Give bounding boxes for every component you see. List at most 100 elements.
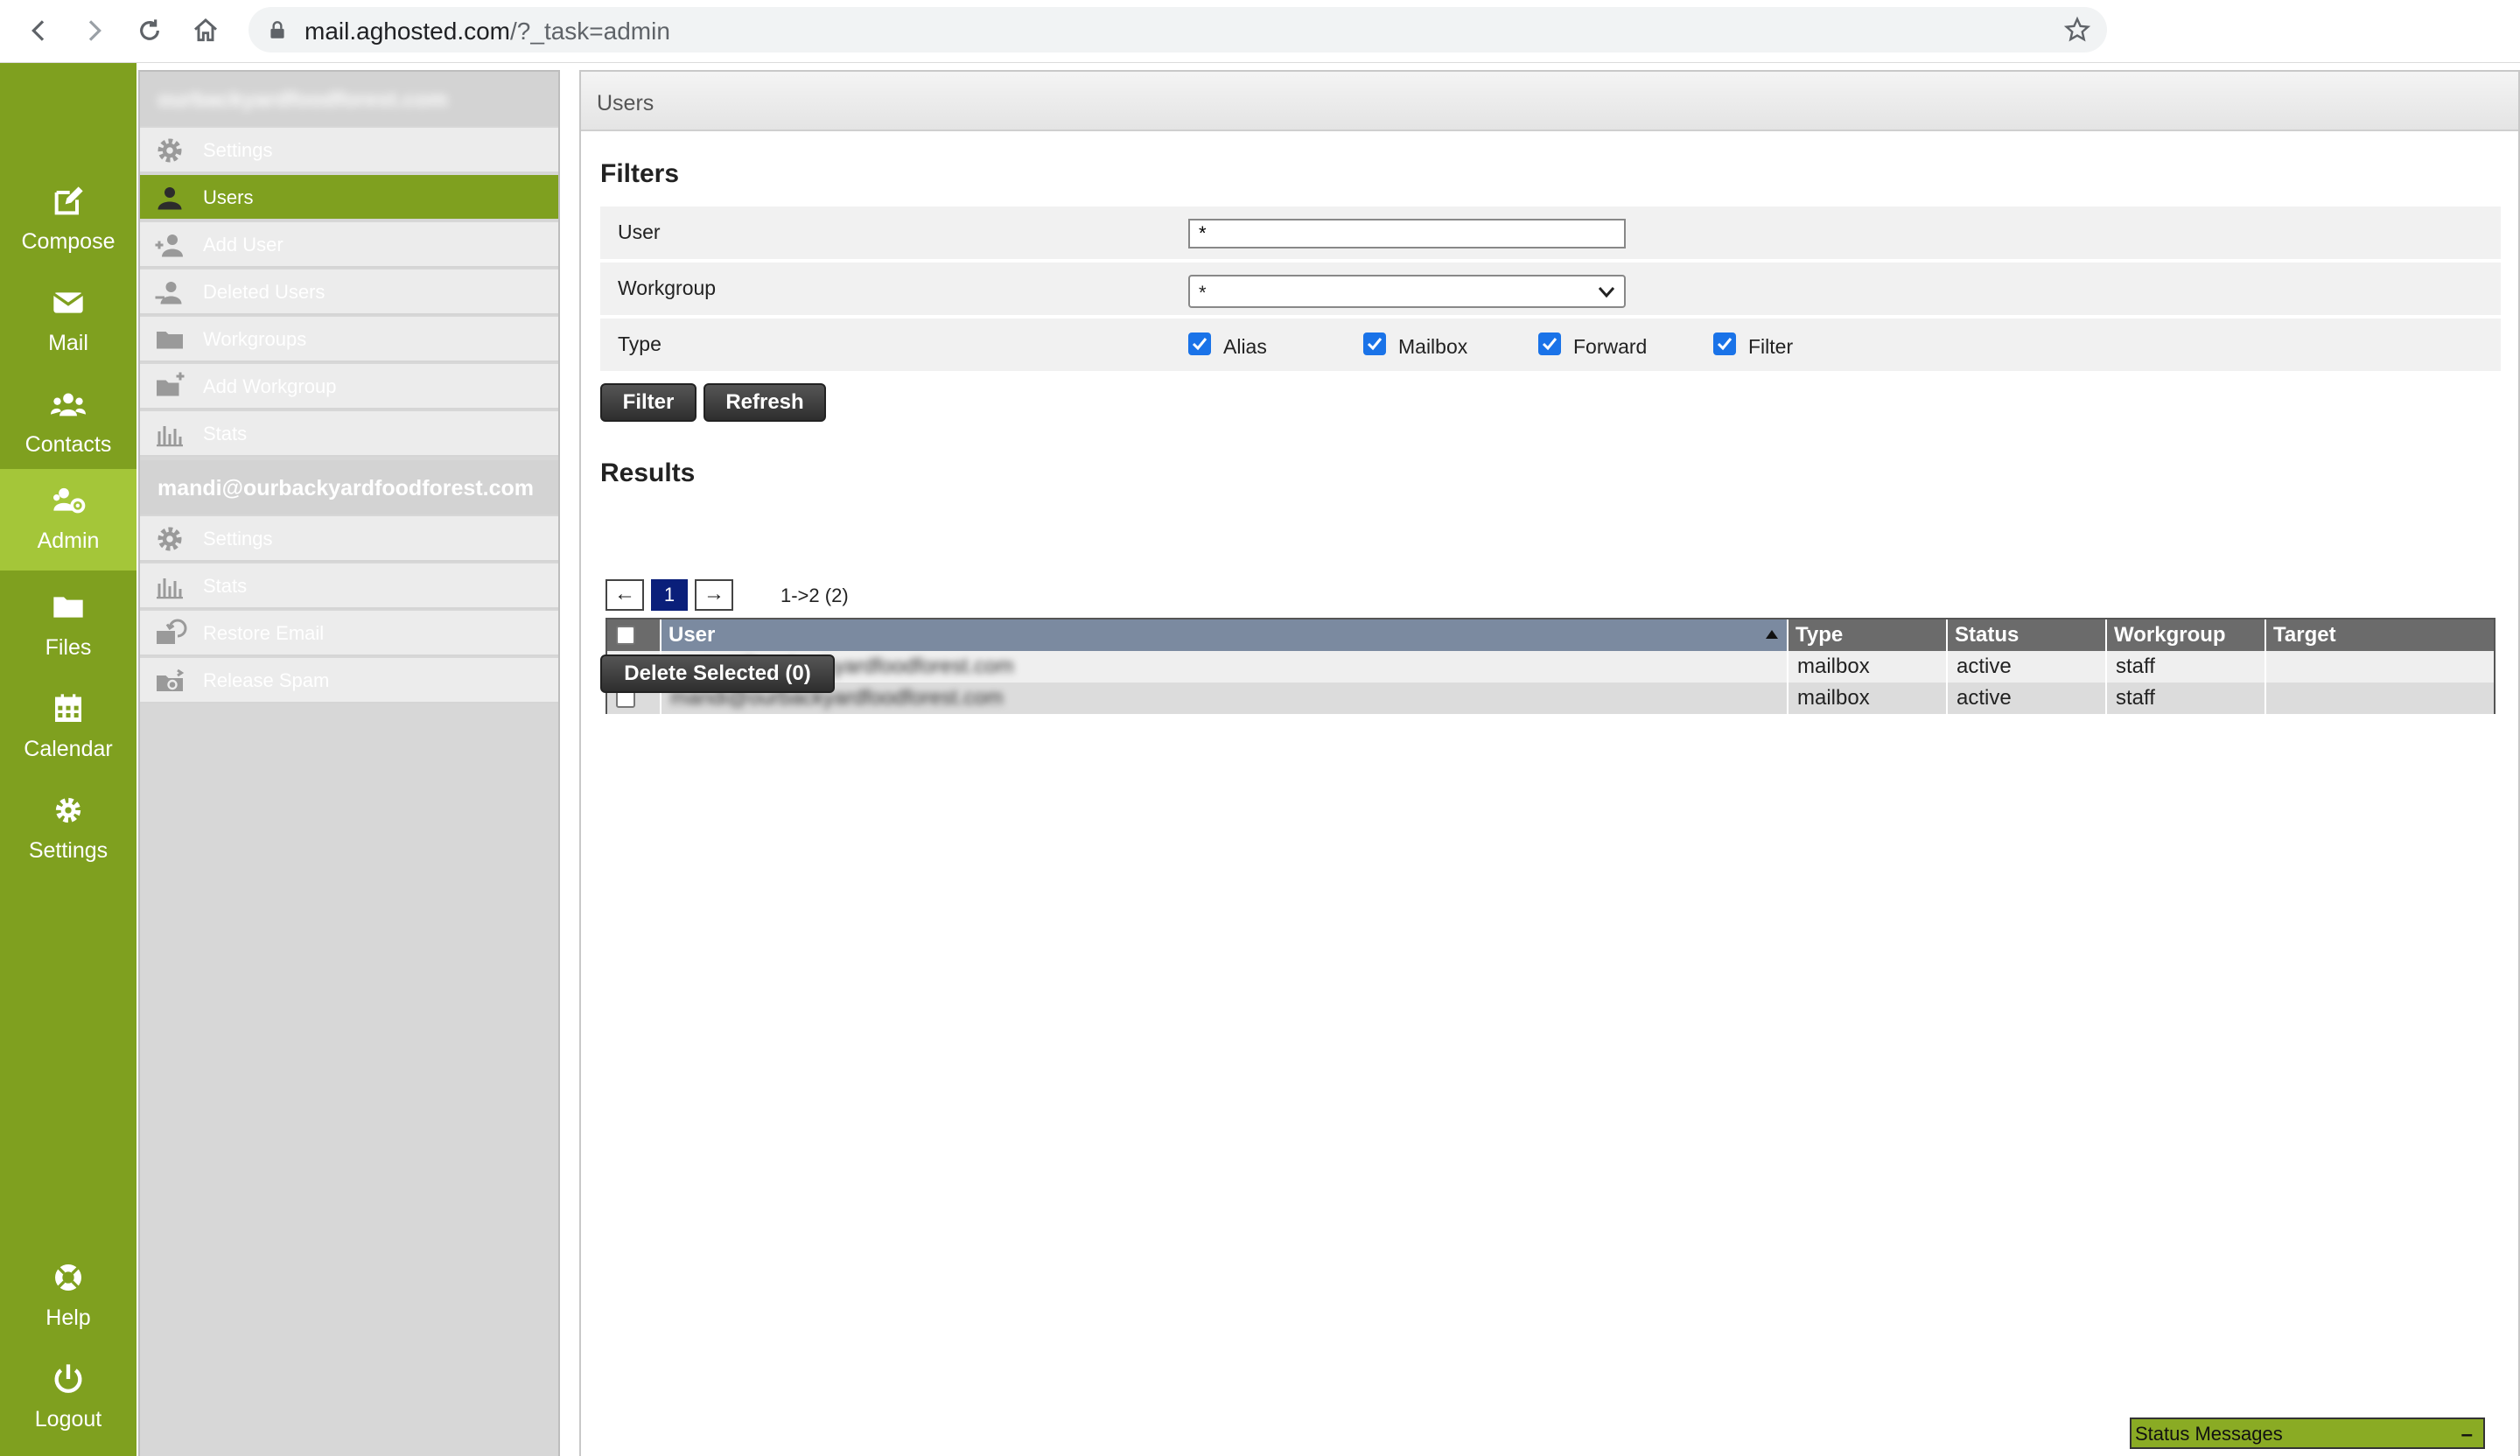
column-header-target[interactable]: Target xyxy=(2266,620,2494,651)
reload-icon xyxy=(140,19,159,40)
sidebar-item-account-settings[interactable]: Settings xyxy=(140,516,558,562)
calendar-icon xyxy=(55,694,81,722)
user-filter-input[interactable] xyxy=(1188,219,1626,248)
panel-header: Users xyxy=(581,72,2518,131)
nav-logout[interactable]: Logout xyxy=(0,1348,136,1449)
forward-checkbox[interactable] xyxy=(1538,332,1561,355)
folder-icon xyxy=(53,597,83,618)
checkmark-icon xyxy=(1717,338,1732,351)
sort-ascending-icon xyxy=(1766,630,1778,639)
sidebar-item-add-workgroup[interactable]: Add Workgroup xyxy=(140,364,558,410)
gear-icon xyxy=(55,797,81,823)
workgroup-select[interactable]: * xyxy=(1188,275,1626,308)
main-panel: Users Filters User Workgroup * Type Alia… xyxy=(579,70,2520,1456)
table-row[interactable]: mandi@ourbackyardfoodforest.com mailbox … xyxy=(607,682,2494,714)
sidebar-item-label: Restore Email xyxy=(203,622,325,644)
status-cell: active xyxy=(1948,682,2107,714)
bar-chart-icon xyxy=(157,426,183,447)
status-messages-title: Status Messages xyxy=(2135,1423,2283,1445)
checkmark-icon xyxy=(1367,338,1382,351)
pager-prev-button[interactable]: ← xyxy=(606,579,644,611)
filter-button[interactable]: Filter xyxy=(600,383,696,422)
nav-mail[interactable]: Mail xyxy=(0,271,136,373)
sidebar-item-label: Users xyxy=(203,186,254,208)
sidebar-item-label: Add Workgroup xyxy=(203,375,337,397)
column-header-user[interactable]: User xyxy=(662,620,1788,651)
alias-checkbox[interactable] xyxy=(1188,332,1211,355)
sidebar-item-domain-settings[interactable]: Settings xyxy=(140,128,558,173)
domain-header: ourbackyardfoodforest.com xyxy=(140,72,558,126)
nav-help-label: Help xyxy=(46,1306,91,1330)
mailbox-label: Mailbox xyxy=(1398,335,1468,358)
account-header: mandi@ourbackyardfoodforest.com xyxy=(140,460,558,514)
forward-label: Forward xyxy=(1573,335,1648,358)
nav-compose[interactable]: Compose xyxy=(0,170,136,271)
nav-calendar[interactable]: Calendar xyxy=(0,677,136,779)
pager-range-text: 1->2 (2) xyxy=(780,584,849,606)
add-user-icon xyxy=(155,234,183,257)
address-bar[interactable]: mail.aghosted.com/?_task=admin xyxy=(248,7,2107,52)
contacts-icon xyxy=(51,393,86,416)
nav-files[interactable]: Files xyxy=(0,576,136,677)
nav-help[interactable]: Help xyxy=(0,1246,136,1348)
lifebuoy-icon xyxy=(55,1264,81,1291)
admin-icon xyxy=(53,487,86,514)
status-minimize-button[interactable]: – xyxy=(2461,1423,2473,1447)
nav-logout-label: Logout xyxy=(34,1407,102,1432)
status-messages-panel[interactable]: Status Messages – xyxy=(2130,1418,2485,1449)
sidebar-item-label: Settings xyxy=(203,139,273,161)
sidebar-item-deleted-users[interactable]: Deleted Users xyxy=(140,270,558,315)
sidebar-item-label: Add User xyxy=(203,234,284,256)
nav-files-label: Files xyxy=(45,635,92,660)
refresh-button[interactable]: Refresh xyxy=(704,383,826,422)
results-table: User Type Status Workgroup Target contac… xyxy=(606,618,2496,714)
filter-checkbox[interactable] xyxy=(1713,332,1736,355)
column-header-type[interactable]: Type xyxy=(1788,620,1948,651)
pager-next-button[interactable]: → xyxy=(695,579,733,611)
bar-chart-icon xyxy=(157,578,183,599)
reload-button[interactable] xyxy=(130,10,170,51)
mailbox-checkbox[interactable] xyxy=(1363,332,1386,355)
column-header-user-label: User xyxy=(668,623,716,647)
pager-current-page[interactable]: 1 xyxy=(651,579,688,611)
column-header-status[interactable]: Status xyxy=(1948,620,2107,651)
filter-row-type: Type Alias Mailbox Forward Filter xyxy=(600,318,2501,371)
select-all-checkbox[interactable] xyxy=(616,626,635,645)
users-icon xyxy=(158,187,182,210)
target-cell xyxy=(2266,682,2494,714)
release-icon xyxy=(157,668,185,691)
alias-label: Alias xyxy=(1223,335,1267,358)
nav-admin-label: Admin xyxy=(37,528,100,553)
sidebar-item-label: Release Spam xyxy=(203,669,330,691)
sidebar-item-account-stats[interactable]: Stats xyxy=(140,564,558,609)
restore-icon xyxy=(157,619,187,644)
nav-settings-label: Settings xyxy=(28,838,108,863)
home-button[interactable] xyxy=(186,10,226,51)
nav-admin[interactable]: Admin xyxy=(0,469,136,570)
sidebar-item-release-spam[interactable]: Release Spam xyxy=(140,658,558,704)
workgroup-filter-label: Workgroup xyxy=(618,276,717,299)
column-header-workgroup[interactable]: Workgroup xyxy=(2107,620,2266,651)
deleted-users-icon xyxy=(155,282,182,304)
target-cell xyxy=(2266,651,2494,682)
account-header-text: mandi@ourbackyardfoodforest.com xyxy=(158,476,535,500)
checkmark-icon xyxy=(1542,338,1558,351)
sidebar-item-label: Workgroups xyxy=(203,328,307,350)
delete-selected-button[interactable]: Delete Selected (0) xyxy=(600,654,835,693)
sidebar-item-users[interactable]: Users xyxy=(140,175,558,220)
sidebar-item-domain-stats[interactable]: Stats xyxy=(140,411,558,457)
page-title: Users xyxy=(597,91,654,116)
back-button[interactable] xyxy=(19,10,60,51)
bookmark-star-icon[interactable] xyxy=(2063,16,2091,44)
sidebar-item-restore-email[interactable]: Restore Email xyxy=(140,611,558,656)
sidebar-item-add-user[interactable]: Add User xyxy=(140,222,558,268)
sidebar-item-workgroups[interactable]: Workgroups xyxy=(140,317,558,362)
gear-icon xyxy=(158,138,182,163)
nav-contacts[interactable]: Contacts xyxy=(0,373,136,474)
forward-button[interactable] xyxy=(74,10,114,51)
select-all-header xyxy=(607,620,662,651)
table-row[interactable]: contact@ourbackyardfoodforest.com mailbo… xyxy=(607,651,2494,682)
app-navigation-bar: Compose Mail Contacts Admin Files Calend… xyxy=(0,63,136,1456)
sidebar-item-label: Settings xyxy=(203,528,273,550)
nav-settings[interactable]: Settings xyxy=(0,779,136,880)
